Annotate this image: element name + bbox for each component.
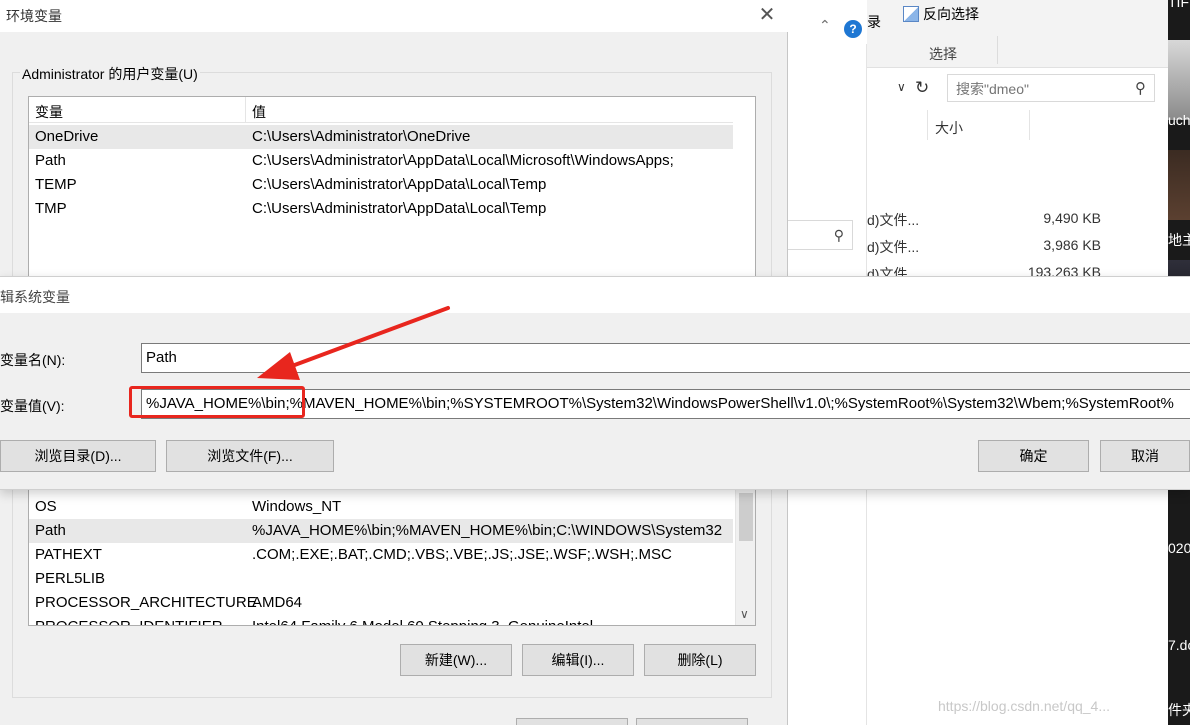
- ribbon-divider: [997, 36, 998, 64]
- browse-file-button[interactable]: 浏览文件(F)...: [166, 440, 334, 472]
- invert-selection-button[interactable]: 反向选择: [903, 4, 979, 24]
- ribbon-partial-label[interactable]: 录: [867, 12, 881, 32]
- strip-label: TIF: [1168, 0, 1189, 10]
- edit-button[interactable]: 编辑(I)...: [522, 644, 634, 676]
- delete-button[interactable]: 删除(L): [644, 644, 756, 676]
- column-header-variable[interactable]: 变量: [35, 102, 63, 122]
- window-title: 环境变量: [6, 8, 62, 24]
- variable-name-label: 变量名(N):: [0, 352, 66, 368]
- thumbnail: [1168, 40, 1190, 120]
- variable-value: C:\Users\Administrator\AppData\Local\Mic…: [252, 152, 674, 169]
- edit-system-variable-dialog: 辑系统变量 变量名(N): Path 变量值(V): %JAVA_HOME%\b…: [0, 276, 1190, 490]
- table-row[interactable]: TEMP C:\Users\Administrator\AppData\Loca…: [29, 173, 733, 197]
- column-divider: [927, 110, 928, 140]
- variable-name-field[interactable]: Path: [141, 343, 1190, 373]
- variable-name: PROCESSOR_ARCHITECTURE: [35, 594, 257, 611]
- system-variables-table[interactable]: OS Windows_NT Path %JAVA_HOME%\bin;%MAVE…: [28, 488, 756, 626]
- variable-name: PATHEXT: [35, 546, 102, 563]
- variable-value: Windows_NT: [252, 498, 342, 515]
- variable-value: %JAVA_HOME%\bin;%MAVEN_HOME%\bin;C:\WIND…: [252, 522, 723, 539]
- dialog-title: 辑系统变量: [0, 289, 70, 305]
- column-header-value[interactable]: 值: [252, 102, 266, 122]
- chevron-up-icon[interactable]: ⌃: [819, 18, 833, 32]
- ok-button-partial[interactable]: [516, 718, 628, 725]
- table-row[interactable]: PATHEXT .COM;.EXE;.BAT;.CMD;.VBS;.VBE;.J…: [29, 543, 733, 567]
- table-row[interactable]: Path %JAVA_HOME%\bin;%MAVEN_HOME%\bin;C:…: [29, 519, 733, 543]
- variable-name: OneDrive: [35, 128, 99, 145]
- scrollbar-thumb[interactable]: [739, 493, 753, 541]
- table-row[interactable]: OneDrive C:\Users\Administrator\OneDrive: [29, 125, 733, 149]
- variable-name: Path: [35, 152, 66, 169]
- explorer-search-box[interactable]: ⚲: [947, 74, 1155, 102]
- close-icon[interactable]: ✕: [752, 0, 782, 30]
- browse-directory-button[interactable]: 浏览目录(D)...: [0, 440, 156, 472]
- table-row[interactable]: TMP C:\Users\Administrator\AppData\Local…: [29, 197, 733, 221]
- nav-search-box[interactable]: ⚲: [787, 220, 853, 250]
- table-row[interactable]: OS Windows_NT: [29, 495, 733, 519]
- variable-value: C:\Users\Administrator\AppData\Local\Tem…: [252, 176, 547, 193]
- column-divider: [245, 97, 246, 123]
- column-divider: [1029, 110, 1030, 140]
- variable-name: PROCESSOR_IDENTIFIER: [35, 615, 223, 625]
- variable-value-label: 变量值(V):: [0, 398, 65, 414]
- user-variables-table[interactable]: 变量 值 OneDrive C:\Users\Administrator\One…: [28, 96, 756, 286]
- cancel-button[interactable]: 取消: [1100, 440, 1190, 472]
- variable-value: C:\Users\Administrator\OneDrive: [252, 128, 471, 145]
- strip-label: uch: [1168, 112, 1190, 128]
- invert-selection-label: 反向选择: [923, 6, 979, 22]
- thumbnail: [1168, 150, 1190, 220]
- strip-label: 7.do: [1168, 637, 1190, 653]
- strip-label: 地主: [1168, 232, 1190, 248]
- variable-name: Path: [35, 522, 66, 539]
- variable-value: Intel64 Family 6 Model 60 Stepping 3, Ge…: [252, 615, 732, 625]
- window-titlebar: 环境变量 ✕: [0, 0, 788, 32]
- table-row[interactable]: Path C:\Users\Administrator\AppData\Loca…: [29, 149, 733, 173]
- help-icon[interactable]: ?: [844, 20, 862, 38]
- file-row[interactable]: d)文件... 3,986 KB: [867, 237, 1117, 261]
- table-row[interactable]: PERL5LIB: [29, 567, 733, 591]
- variable-value: .COM;.EXE;.BAT;.CMD;.VBS;.VBE;.JS;.JSE;.…: [252, 546, 672, 563]
- column-header-size[interactable]: 大小: [935, 118, 963, 138]
- table-row[interactable]: PROCESSOR_ARCHITECTURE AMD64: [29, 591, 733, 615]
- variable-value: AMD64: [252, 594, 303, 611]
- dialog-titlebar: 辑系统变量: [0, 277, 1190, 313]
- variable-name: PERL5LIB: [35, 570, 106, 587]
- address-row: ∨ ↻ ⚲: [867, 72, 1169, 106]
- ok-button[interactable]: 确定: [978, 440, 1089, 472]
- refresh-icon[interactable]: ↻: [915, 78, 929, 98]
- strip-label: 020: [1168, 540, 1190, 556]
- chevron-down-icon[interactable]: ∨: [897, 80, 906, 94]
- chevron-down-icon[interactable]: ∨: [740, 607, 749, 621]
- ribbon-group-label: 选择: [929, 46, 957, 62]
- strip-label: 件夹: [1168, 702, 1190, 718]
- variable-name: TEMP: [35, 176, 77, 193]
- highlight-box: [129, 386, 305, 418]
- new-button[interactable]: 新建(W)...: [400, 644, 512, 676]
- invert-selection-icon: [903, 6, 919, 22]
- file-type: d)文件...: [867, 239, 920, 255]
- scrollbar[interactable]: ∨: [735, 489, 755, 625]
- file-size: 3,986 KB: [1043, 237, 1101, 253]
- variable-value: C:\Users\Administrator\AppData\Local\Tem…: [252, 200, 547, 217]
- file-size: 9,490 KB: [1043, 210, 1101, 226]
- cancel-button-partial[interactable]: [636, 718, 748, 725]
- file-type: d)文件...: [867, 212, 920, 228]
- search-icon[interactable]: ⚲: [834, 227, 844, 244]
- variable-name: TMP: [35, 200, 67, 217]
- watermark: https://blog.csdn.net/qq_4...: [938, 698, 1111, 714]
- variable-name: OS: [35, 498, 57, 515]
- explorer-search-input[interactable]: [956, 79, 1126, 99]
- table-row[interactable]: PROCESSOR_IDENTIFIER Intel64 Family 6 Mo…: [29, 615, 733, 625]
- ribbon-collapse-area: ⌃ ?: [787, 0, 867, 44]
- search-icon[interactable]: ⚲: [1135, 79, 1146, 97]
- user-variables-label: Administrator 的用户变量(U): [20, 64, 200, 84]
- file-row[interactable]: d)文件... 9,490 KB: [867, 210, 1117, 234]
- table-header: 变量 值: [29, 97, 733, 123]
